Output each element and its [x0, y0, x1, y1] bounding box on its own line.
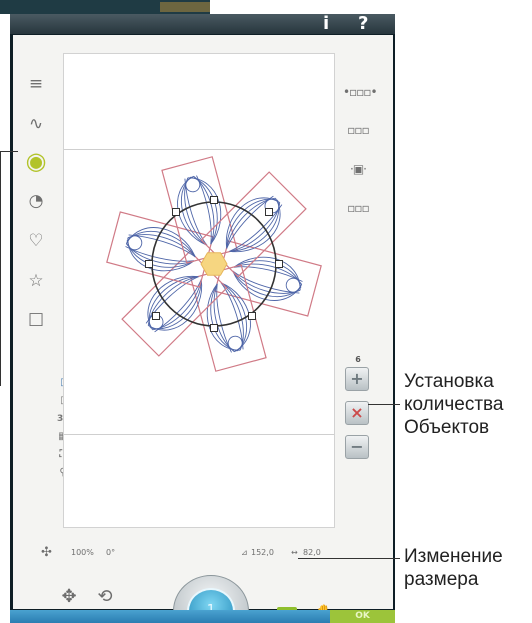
- resize-handle[interactable]: [248, 312, 256, 320]
- resize-handle[interactable]: [152, 312, 160, 320]
- square-icon[interactable]: □: [25, 308, 47, 330]
- title-bar: i ?: [10, 14, 395, 34]
- heart-icon[interactable]: ♡: [25, 230, 47, 252]
- endless-embroidery-design[interactable]: [64, 54, 336, 529]
- tab-accent: [160, 2, 210, 12]
- move-arrows-icon[interactable]: ✥: [57, 586, 81, 608]
- design-object[interactable]: [214, 240, 322, 317]
- resize-handle[interactable]: [210, 196, 218, 204]
- manual-page: i ? ≡∿◉◔♡☆□ ▯▯3D▦⛶⚲ •▫▫▫•▫▫▫·▣·▫▫▫: [0, 0, 532, 623]
- remove-object-button[interactable]: −: [345, 435, 369, 459]
- wave-icon[interactable]: ∿: [25, 113, 47, 135]
- circle-arrow-icon[interactable]: ◔: [25, 190, 47, 212]
- circle-endless-icon[interactable]: ◉: [25, 149, 47, 173]
- count-callout-line1: Установка: [404, 371, 494, 392]
- star-icon[interactable]: ☆: [25, 270, 47, 292]
- width-icon: ⊿: [241, 548, 248, 557]
- resize-handle[interactable]: [265, 208, 273, 216]
- center-move-icon[interactable]: ·▣·: [343, 158, 373, 180]
- resize-handle[interactable]: [145, 260, 153, 268]
- rotate-icon[interactable]: ⟲: [93, 586, 117, 608]
- ok-button[interactable]: OK: [330, 610, 395, 623]
- design-object[interactable]: [106, 211, 214, 288]
- edit-area: ≡∿◉◔♡☆□ ▯▯3D▦⛶⚲ •▫▫▫•▫▫▫·▣·▫▫▫ 6 + × −: [13, 35, 393, 623]
- resize-callout-line1: Изменение: [404, 546, 503, 567]
- count-callout-text: Установка количества Объектов: [404, 370, 504, 439]
- resize-callout-line2: размера: [404, 569, 479, 590]
- object-count: 6: [355, 355, 361, 364]
- left-callout-line: [0, 151, 18, 152]
- width-value: 152,0: [251, 548, 274, 557]
- resize-handle[interactable]: [275, 260, 283, 268]
- design-center: [200, 252, 228, 276]
- resize-handle[interactable]: [210, 324, 218, 332]
- left-callout-vertical: [0, 151, 1, 386]
- bottom-bar: OK: [10, 610, 395, 623]
- swirl-curl: [227, 335, 243, 351]
- resize-handle[interactable]: [172, 208, 180, 216]
- count-callout-line3: Объектов: [404, 417, 490, 438]
- position-value: 100%: [71, 548, 94, 557]
- height-icon: ↔: [291, 548, 298, 557]
- swirl-curl: [285, 277, 301, 293]
- machine-screen: i ? ≡∿◉◔♡☆□ ▯▯3D▦⛶⚲ •▫▫▫•▫▫▫·▣·▫▫▫: [10, 14, 395, 623]
- object-bounding-box: [214, 240, 322, 317]
- swirl-curl: [185, 177, 201, 193]
- previous-screen-strip: [0, 0, 210, 14]
- stitch-lines-icon[interactable]: ≡: [25, 73, 47, 95]
- resize-callout-text: Изменение размера: [404, 545, 503, 591]
- help-button[interactable]: ?: [358, 14, 368, 34]
- resize-callout-line: [298, 558, 400, 559]
- count-callout-line2: количества: [404, 394, 504, 415]
- info-button[interactable]: i: [323, 14, 329, 34]
- stair-row-icon[interactable]: ▫▫▫: [343, 119, 373, 141]
- height-value: 82,0: [303, 548, 321, 557]
- swirl-curl: [127, 235, 143, 251]
- count-callout-line: [368, 404, 400, 405]
- arc-row-icon[interactable]: ▫▫▫: [343, 197, 373, 219]
- reset-objects-button[interactable]: ×: [345, 401, 369, 425]
- move-icon: ✣: [41, 545, 52, 560]
- horizontal-row-icon[interactable]: •▫▫▫•: [343, 81, 378, 103]
- rotation-value: 0°: [106, 548, 116, 557]
- hoop-area[interactable]: [63, 53, 335, 528]
- add-object-button[interactable]: +: [345, 367, 369, 391]
- object-bounding-box: [106, 211, 214, 288]
